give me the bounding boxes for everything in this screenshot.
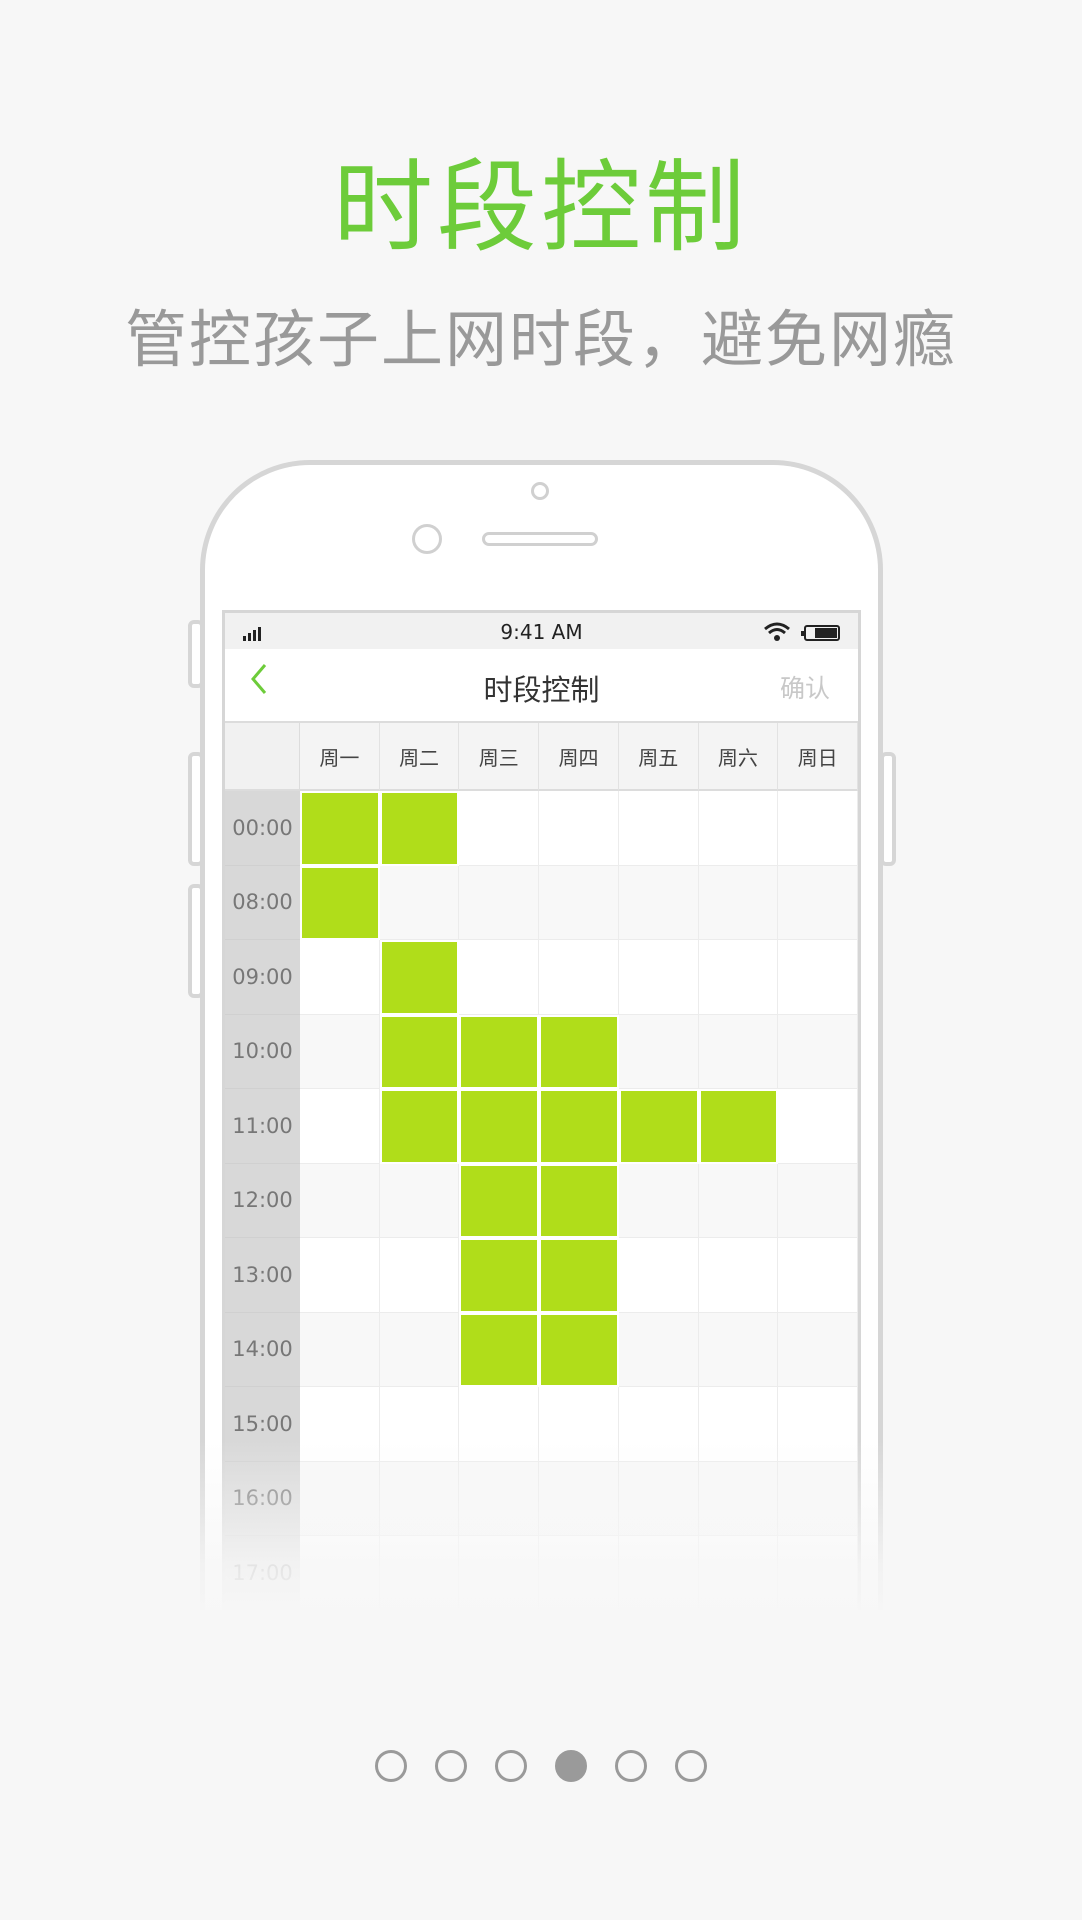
time-label: 13:00 [225, 1238, 300, 1313]
time-label: 14:00 [225, 1312, 300, 1387]
time-slot[interactable] [778, 1163, 858, 1238]
time-slot-selected[interactable] [539, 1312, 619, 1387]
time-slot[interactable] [698, 791, 779, 866]
time-label: 09:00 [225, 940, 300, 1015]
time-label: 08:00 [225, 865, 300, 940]
page-title: 时段控制 [483, 673, 600, 707]
time-slot-selected[interactable] [459, 1238, 540, 1313]
time-slot-selected[interactable] [618, 1089, 699, 1164]
day-header: 周四 [539, 723, 619, 791]
time-slot-selected[interactable] [698, 1089, 779, 1164]
time-slot[interactable] [778, 1312, 858, 1387]
time-slot-selected[interactable] [379, 791, 460, 866]
time-slot[interactable] [698, 1163, 779, 1238]
phone-sensor [412, 524, 442, 554]
page-dot[interactable] [615, 1750, 647, 1782]
page-dot[interactable] [375, 1750, 407, 1782]
time-slot[interactable] [459, 940, 540, 1015]
page-dot[interactable] [495, 1750, 527, 1782]
time-slot[interactable] [459, 865, 540, 940]
battery-icon [801, 625, 840, 641]
time-slot-selected[interactable] [459, 1089, 540, 1164]
wifi-icon [763, 622, 791, 647]
time-slot[interactable] [539, 791, 619, 866]
time-slot-selected[interactable] [459, 1312, 540, 1387]
grid-corner [225, 723, 300, 791]
time-slot[interactable] [698, 1014, 779, 1089]
time-slot[interactable] [778, 791, 858, 866]
day-header: 周五 [618, 723, 699, 791]
confirm-button[interactable]: 确认 [780, 669, 830, 705]
time-slot[interactable] [300, 1014, 380, 1089]
time-slot[interactable] [300, 940, 380, 1015]
time-slot[interactable] [698, 865, 779, 940]
time-slot[interactable] [618, 1238, 699, 1313]
phone-camera [531, 482, 549, 500]
time-slot[interactable] [698, 940, 779, 1015]
time-slot[interactable] [618, 1312, 699, 1387]
time-slot[interactable] [618, 1163, 699, 1238]
time-slot-selected[interactable] [379, 940, 460, 1015]
time-slot-selected[interactable] [459, 1163, 540, 1238]
time-slot[interactable] [379, 1312, 460, 1387]
time-slot-selected[interactable] [300, 865, 380, 940]
time-label: 12:00 [225, 1163, 300, 1238]
time-slot[interactable] [539, 940, 619, 1015]
time-label: 00:00 [225, 791, 300, 866]
time-slot[interactable] [379, 1238, 460, 1313]
time-slot-selected[interactable] [379, 1089, 460, 1164]
time-slot[interactable] [778, 1089, 858, 1164]
time-slot-selected[interactable] [539, 1163, 619, 1238]
time-slot[interactable] [300, 1089, 380, 1164]
day-header: 周二 [379, 723, 460, 791]
phone-speaker [482, 532, 598, 546]
hero-title: 时段控制 [333, 149, 749, 266]
time-slot[interactable] [459, 791, 540, 866]
day-header: 周一 [300, 723, 380, 791]
time-slot[interactable] [379, 865, 460, 940]
time-label: 11:00 [225, 1089, 300, 1164]
time-slot[interactable] [698, 1312, 779, 1387]
time-slot[interactable] [618, 791, 699, 866]
page-dot[interactable] [675, 1750, 707, 1782]
time-slot-selected[interactable] [300, 791, 380, 866]
nav-bar: 时段控制 确认 [225, 649, 858, 723]
page-indicator [0, 1750, 1082, 1784]
day-header: 周日 [778, 723, 858, 791]
time-label: 10:00 [225, 1014, 300, 1089]
day-header: 周三 [459, 723, 540, 791]
time-slot[interactable] [778, 865, 858, 940]
time-slot-selected[interactable] [539, 1089, 619, 1164]
time-slot[interactable] [379, 1163, 460, 1238]
time-slot-selected[interactable] [459, 1014, 540, 1089]
time-slot[interactable] [778, 1238, 858, 1313]
page-dot-active[interactable] [555, 1750, 587, 1782]
time-slot[interactable] [618, 1014, 699, 1089]
time-slot[interactable] [778, 940, 858, 1015]
status-bar: 9:41 AM [225, 613, 858, 649]
page-dot[interactable] [435, 1750, 467, 1782]
time-slot[interactable] [618, 865, 699, 940]
time-slot[interactable] [539, 865, 619, 940]
time-slot[interactable] [300, 1312, 380, 1387]
day-header: 周六 [698, 723, 779, 791]
time-slot[interactable] [618, 940, 699, 1015]
time-slot[interactable] [698, 1238, 779, 1313]
time-slot[interactable] [778, 1014, 858, 1089]
screen-fade-overlay [195, 1440, 887, 1620]
time-slot[interactable] [300, 1238, 380, 1313]
time-slot-selected[interactable] [539, 1014, 619, 1089]
hero-subtitle: 管控孩子上网时段，避免网瘾 [124, 303, 957, 376]
time-slot-selected[interactable] [539, 1238, 619, 1313]
time-slot-selected[interactable] [379, 1014, 460, 1089]
time-slot[interactable] [300, 1163, 380, 1238]
